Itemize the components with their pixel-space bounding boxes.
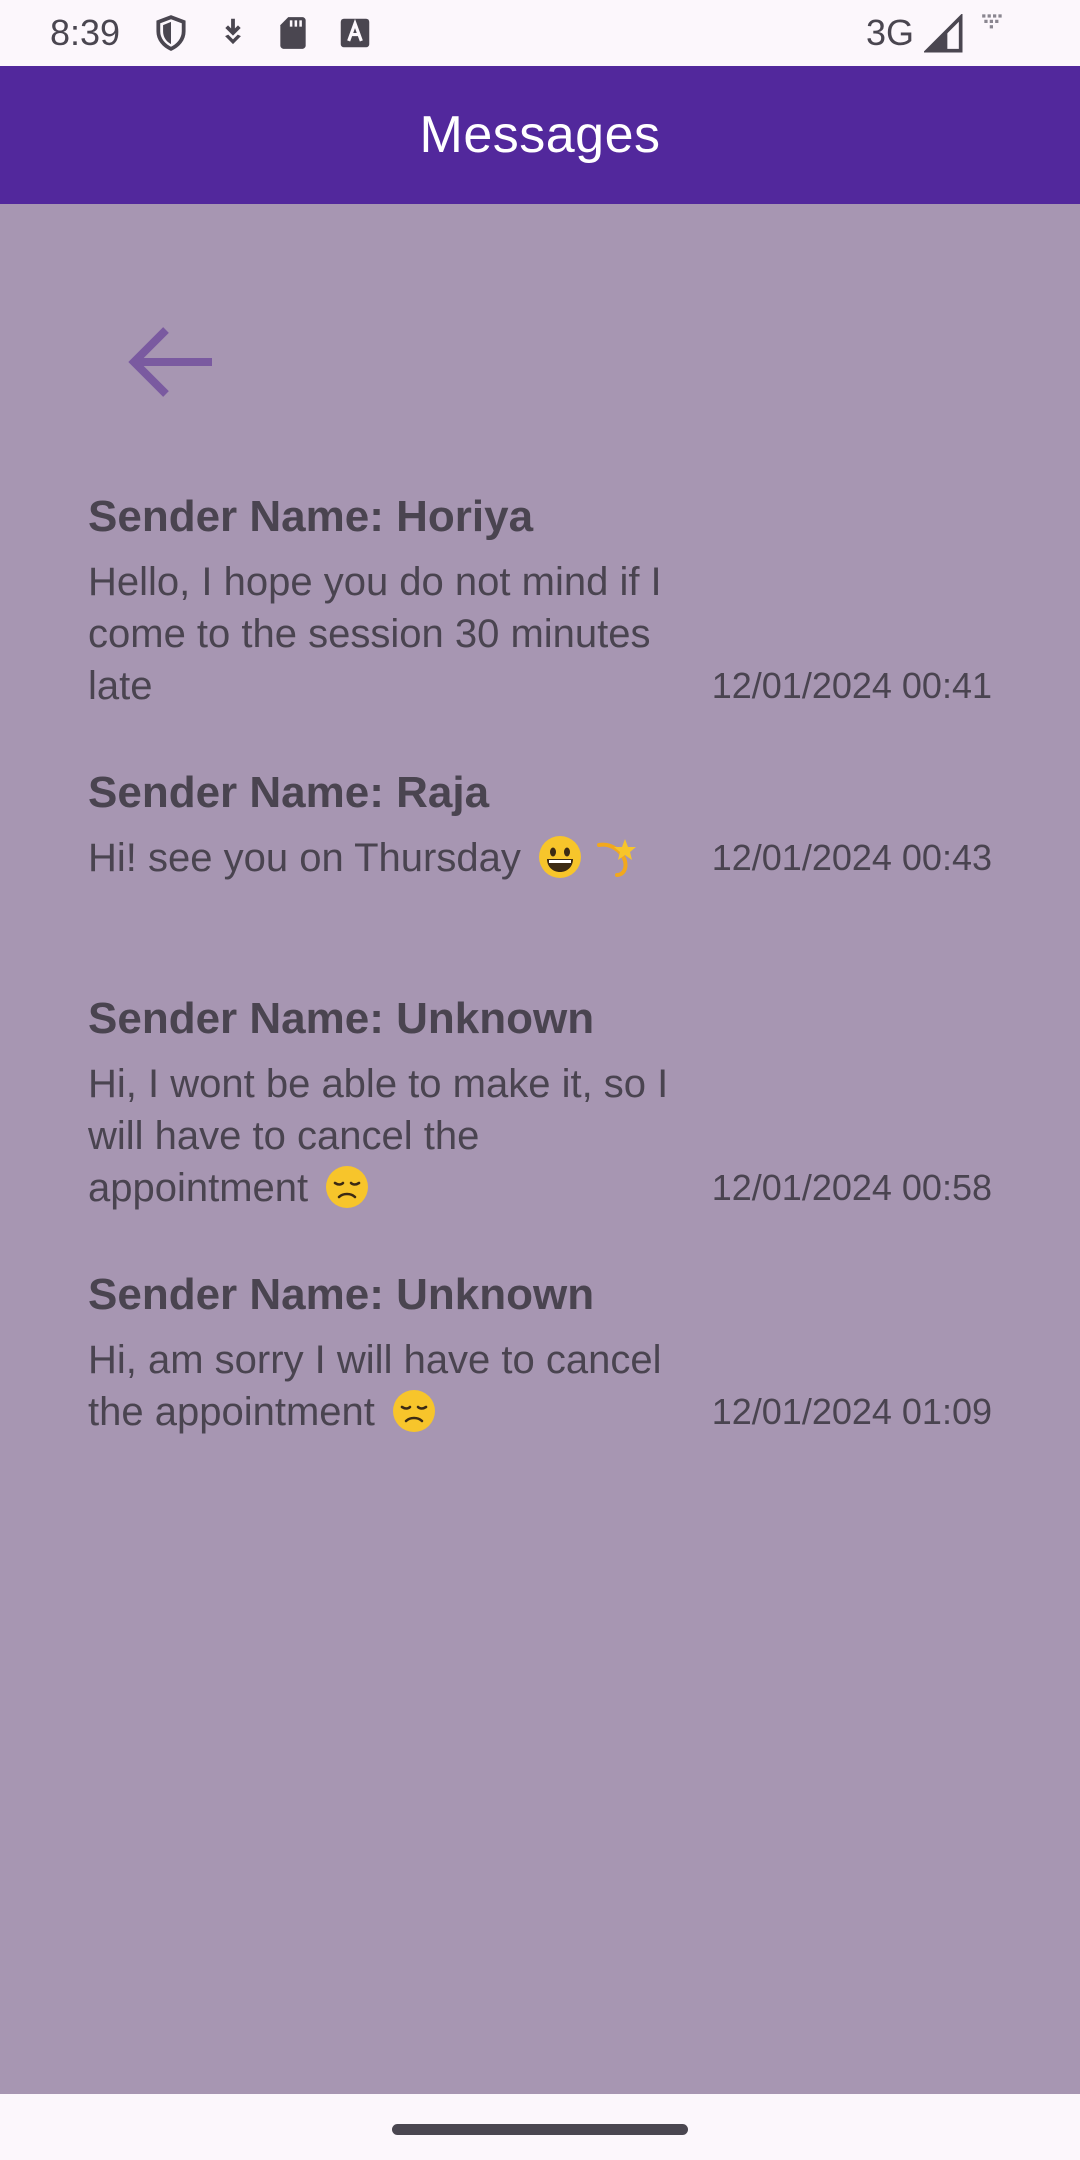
- status-time: 8:39: [50, 12, 121, 53]
- network-type-label: 3G: [866, 12, 915, 53]
- message-text: Hello, I hope you do not mind if I come …: [88, 560, 662, 708]
- messages-content: Sender Name: Horiya Hello, I hope you do…: [0, 204, 1080, 2094]
- message-text: Hi! see you on Thursday: [88, 836, 521, 880]
- messages-screen: 8:39 3G Messages Sender Name: Horiya Hel…: [0, 0, 1080, 2160]
- signal-icon: [922, 12, 964, 54]
- message-item[interactable]: Sender Name: Horiya Hello, I hope you do…: [88, 490, 992, 712]
- grinning-face-emoji: [538, 835, 582, 879]
- sd-card-icon: [274, 14, 312, 52]
- message-text-wrap: Hi, I wont be able to make it, so I will…: [88, 1058, 678, 1214]
- disappointed-face-emoji: [325, 1165, 369, 1209]
- keyboard-a-icon: [336, 14, 374, 52]
- dizzy-emoji: [595, 835, 639, 879]
- sender-name: Sender Name: Horiya: [88, 492, 534, 541]
- message-timestamp: 12/01/2024 00:41: [711, 665, 992, 706]
- message-body: Hello, I hope you do not mind if I come …: [88, 556, 992, 712]
- system-nav-bar: [0, 2094, 1080, 2160]
- message-timestamp: 12/01/2024 00:43: [711, 837, 992, 878]
- message-text: Hi, I wont be able to make it, so I will…: [88, 1062, 669, 1210]
- home-gesture-handle[interactable]: [392, 2124, 688, 2135]
- message-text-wrap: Hi! see you on Thursday: [88, 832, 688, 884]
- sender-name: Sender Name: Unknown: [88, 1270, 595, 1319]
- message-item[interactable]: Sender Name: Raja Hi! see you on Thursda…: [88, 766, 992, 884]
- message-body: Hi, I wont be able to make it, so I will…: [88, 1058, 992, 1214]
- app-bar: Messages: [0, 66, 1080, 204]
- wifi-off-icon: [980, 10, 1006, 36]
- message-text-wrap: Hi, am sorry I will have to cancel the a…: [88, 1334, 678, 1438]
- page-title: Messages: [419, 106, 661, 164]
- message-body: Hi! see you on Thursday 12/01/2024 00:43: [88, 832, 992, 884]
- message-timestamp: 12/01/2024 01:09: [711, 1391, 992, 1432]
- back-button[interactable]: [110, 304, 230, 424]
- disappointed-face-emoji: [392, 1389, 436, 1433]
- message-timestamp: 12/01/2024 00:58: [711, 1167, 992, 1208]
- message-text: Hi, am sorry I will have to cancel the a…: [88, 1338, 662, 1434]
- sender-name: Sender Name: Unknown: [88, 994, 595, 1043]
- shield-icon: [152, 14, 190, 52]
- status-bar: 8:39 3G: [0, 0, 1080, 66]
- message-body: Hi, am sorry I will have to cancel the a…: [88, 1334, 992, 1438]
- message-item[interactable]: Sender Name: Unknown Hi, am sorry I will…: [88, 1268, 992, 1438]
- arrow-left-icon: [120, 312, 220, 417]
- message-item[interactable]: Sender Name: Unknown Hi, I wont be able …: [88, 992, 992, 1214]
- sender-name: Sender Name: Raja: [88, 768, 490, 817]
- download-icon: [214, 14, 252, 52]
